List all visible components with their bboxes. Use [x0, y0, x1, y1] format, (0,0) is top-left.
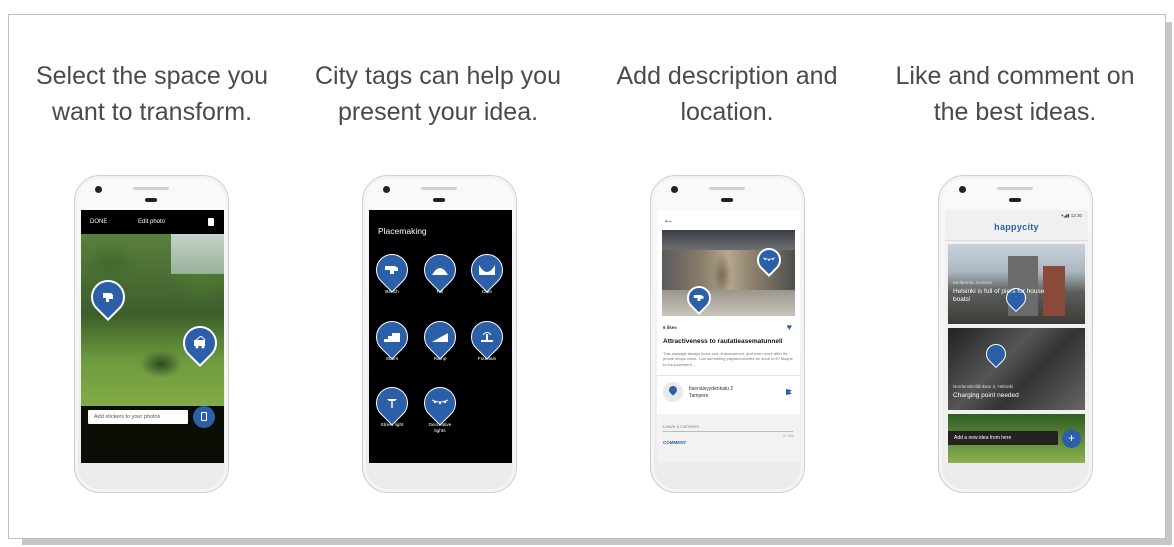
caption-city-tags: City tags can help you present your idea…: [315, 62, 561, 126]
app-logo: happycity: [994, 222, 1039, 232]
speaker-slot: [709, 187, 745, 190]
screen-idea-feed: ▾◢▮ 12:30 happycity Eteläranta, Helsinki…: [945, 210, 1088, 463]
sensor-bar: [721, 198, 733, 202]
decorative-lights-icon: [432, 399, 448, 405]
edit-photo-title: Edit photo: [138, 219, 166, 225]
bench-icon: [103, 293, 113, 302]
phone-edit-photo: DONE Edit photo Add stickers to your pho…: [74, 175, 229, 493]
phone-idea-feed: ▾◢▮ 12:30 happycity Eteläranta, Helsinki…: [938, 175, 1093, 493]
tag-dale[interactable]: Dale: [464, 247, 510, 296]
comment-underline: [663, 431, 793, 432]
edit-photo-toolbar: DONE Edit photo: [81, 210, 224, 234]
back-arrow-icon[interactable]: ←: [663, 214, 674, 226]
speaker-slot: [133, 187, 169, 190]
tag-decorative-lights[interactable]: Decorative lights: [417, 380, 463, 435]
speaker-slot: [997, 187, 1033, 190]
idea-description: This passage always looks sort of abando…: [663, 351, 793, 367]
idea-title: Attractiveness to rautatieasematunneli: [663, 338, 783, 345]
add-idea-button[interactable]: +: [1062, 429, 1081, 448]
placemaking-title: Placemaking: [378, 226, 427, 236]
caption-description-location: Add description and location.: [616, 62, 838, 126]
header-divider: [945, 240, 1088, 241]
tag-hill[interactable]: Hill: [417, 247, 463, 296]
comment-counter: 0 / 300: [783, 434, 794, 438]
decorative-lights-icon: [763, 257, 775, 261]
camera-dot: [959, 186, 966, 193]
caption-like-comment: Like and comment on the best ideas.: [895, 62, 1135, 126]
camera-dot: [383, 186, 390, 193]
status-bar: ▾◢▮ 12:30: [1061, 213, 1082, 218]
idea-card[interactable]: Nordenskiöldinkatu 3, Helsinki Charging …: [948, 328, 1085, 410]
location-icon: [663, 382, 683, 402]
screen-idea-detail: ← 6 likes ♥ Attractiveness to rautatieas…: [657, 210, 800, 463]
sensor-bar: [433, 198, 445, 202]
street-light-icon: [387, 399, 397, 408]
phone-placemaking: Placemaking Bench Hill Dale Stairs Ramp …: [362, 175, 517, 493]
tag-stairs[interactable]: Stairs: [369, 314, 415, 363]
divider: [657, 375, 800, 376]
card-location: Eteläranta, Helsinki: [953, 280, 992, 285]
sticker-pin: [981, 339, 1011, 369]
add-sticker-button[interactable]: [193, 406, 215, 428]
frame-shadow-right: [1166, 22, 1172, 543]
bench-icon: [385, 266, 398, 274]
document-icon: [201, 412, 207, 421]
done-button[interactable]: DONE: [90, 219, 107, 225]
tag-street-light[interactable]: Street light: [369, 380, 415, 429]
heart-icon[interactable]: ♥: [787, 322, 792, 332]
comment-button[interactable]: COMMENT: [663, 440, 686, 445]
card-location: Nordenskiöldinkatu 3, Helsinki: [953, 384, 1014, 389]
add-idea-hint: Add a new idea from here: [948, 431, 1058, 445]
tag-bench[interactable]: Bench: [369, 247, 415, 296]
ramp-icon: [432, 333, 448, 342]
camera-dot: [671, 186, 678, 193]
screen-edit-photo: DONE Edit photo Add stickers to your pho…: [81, 210, 224, 463]
card-title: Charging point needed: [953, 392, 1019, 399]
fountain-icon: [481, 332, 493, 342]
frame-shadow-bottom: [22, 539, 1172, 545]
speaker-slot: [421, 187, 457, 190]
phone-idea-detail: ← 6 likes ♥ Attractiveness to rautatieas…: [650, 175, 805, 493]
bench-icon: [693, 295, 704, 301]
tunnel-floor: [662, 290, 795, 316]
comment-input[interactable]: Leave a comment: [663, 424, 699, 429]
caption-select-space: Select the space you want to transform.: [35, 62, 269, 126]
hill-icon: [432, 268, 448, 275]
screen-placemaking: Placemaking Bench Hill Dale Stairs Ramp …: [369, 210, 512, 463]
idea-address: Itsenäisyydenkatu 2 Tampere: [689, 386, 734, 399]
likes-count: 6 likes: [663, 325, 677, 330]
idea-card[interactable]: Eteläranta, Helsinki Helsinki is full of…: [948, 244, 1085, 324]
tunnel-ceiling: [662, 230, 795, 250]
card-title: Helsinki is full of piers for house boat…: [953, 288, 1045, 303]
tag-fountain[interactable]: Fountain: [464, 314, 510, 363]
flag-icon[interactable]: [786, 389, 792, 395]
food-truck-icon: [194, 336, 206, 349]
park-sky: [171, 234, 224, 274]
camera-dot: [95, 186, 102, 193]
trash-icon[interactable]: [208, 218, 214, 226]
stairs-icon: [384, 333, 400, 342]
sticker-search-input[interactable]: Add stickers to your photos: [88, 410, 188, 424]
sensor-bar: [1009, 198, 1021, 202]
sensor-bar: [145, 198, 157, 202]
comment-area: [657, 414, 800, 463]
tag-ramp[interactable]: Ramp: [417, 314, 463, 363]
dale-icon: [479, 265, 495, 275]
